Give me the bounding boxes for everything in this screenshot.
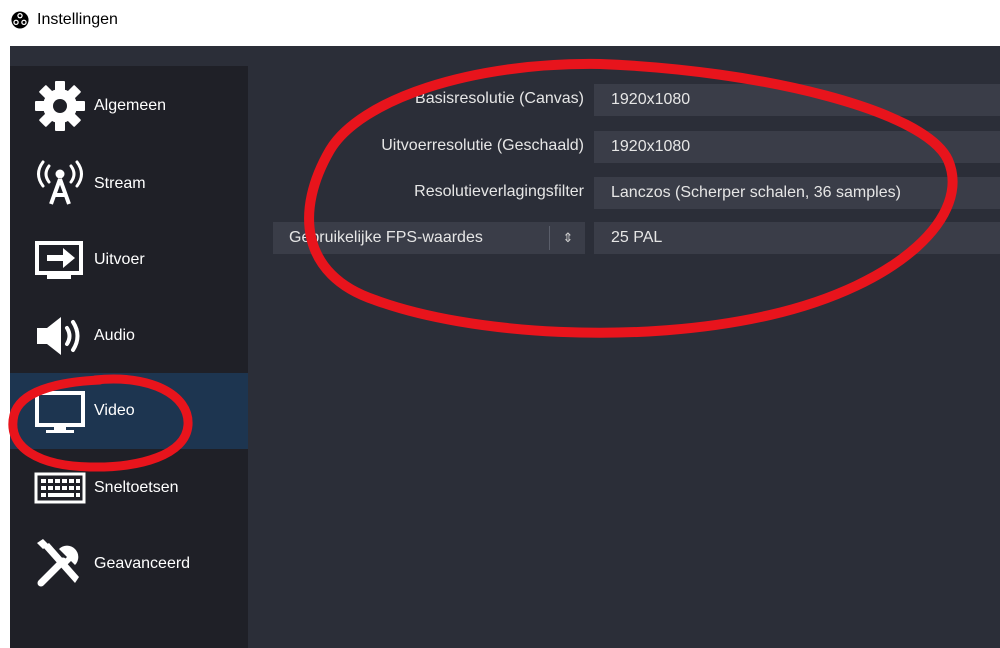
sidebar-item-algemeen[interactable]: Algemeen — [10, 68, 248, 144]
sidebar-item-label: Stream — [94, 175, 146, 192]
base-resolution-label: Basisresolutie (Canvas) — [415, 90, 584, 107]
sidebar-item-audio[interactable]: Audio — [10, 298, 248, 374]
downscale-filter-select[interactable]: Lanczos (Scherper schalen, 36 samples) — [594, 177, 1000, 209]
broadcast-tower-icon — [32, 156, 88, 212]
gear-icon — [32, 78, 88, 134]
sidebar: Algemeen Stream Uitvoer Audio Video Snel… — [10, 66, 248, 648]
sidebar-item-sneltoetsen[interactable]: Sneltoetsen — [10, 450, 248, 526]
sidebar-item-label: Video — [94, 402, 135, 419]
output-icon — [32, 232, 88, 288]
sidebar-item-label: Geavanceerd — [94, 555, 191, 572]
sidebar-item-video[interactable]: Video — [10, 373, 248, 449]
keyboard-icon — [32, 460, 88, 516]
window-top-strip — [10, 46, 1000, 66]
monitor-icon — [32, 383, 88, 439]
updown-arrows-icon[interactable]: ⇕ — [556, 222, 580, 254]
downscale-filter-label: Resolutieverlagingsfilter — [414, 183, 584, 200]
sidebar-item-label: Uitvoer — [94, 251, 145, 268]
fps-type-separator — [549, 226, 550, 250]
sidebar-item-stream[interactable]: Stream — [10, 146, 248, 222]
sidebar-item-geavanceerd[interactable]: Geavanceerd — [10, 526, 248, 602]
speaker-icon — [32, 308, 88, 364]
fps-type-select[interactable]: Gebruikelijke FPS-waardes ⇕ — [273, 222, 585, 254]
sidebar-item-label: Sneltoetsen — [94, 479, 179, 496]
base-resolution-field[interactable]: 1920x1080 — [594, 84, 1000, 116]
sidebar-item-uitvoer[interactable]: Uitvoer — [10, 222, 248, 298]
sidebar-item-label: Algemeen — [94, 97, 167, 114]
fps-value-select[interactable]: 25 PAL — [594, 222, 1000, 254]
title-bar: Instellingen — [0, 0, 1000, 46]
window-title: Instellingen — [37, 11, 118, 28]
obs-logo-icon — [11, 11, 29, 29]
sidebar-item-label: Audio — [94, 327, 135, 344]
tools-icon — [32, 536, 88, 592]
output-resolution-field[interactable]: 1920x1080 — [594, 131, 1000, 163]
output-resolution-label: Uitvoerresolutie (Geschaald) — [381, 137, 584, 154]
fps-type-label: Gebruikelijke FPS-waardes — [289, 229, 483, 246]
